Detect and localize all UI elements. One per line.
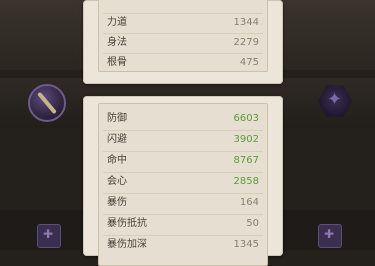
stat-row: 暴伤 164 [107,194,259,212]
stat-row: 会心 2858 [107,173,259,191]
stat-label: 暴伤加深 [107,239,147,250]
stat-value: 50 [246,218,259,229]
stat-row: 防御 6603 [107,110,259,128]
bottom-left-slot-icon[interactable] [37,224,61,248]
attribute-list-bottom: 防御 6603 闪避 3902 命中 8767 会心 2858 暴伤 164 暴… [98,103,268,266]
stat-value: 6603 [233,113,259,124]
stat-row: 根骨 475 [107,54,259,72]
stat-label: 暴伤 [107,197,127,208]
bottom-right-slot-icon[interactable] [318,224,342,248]
attribute-panel-bottom: 防御 6603 闪避 3902 命中 8767 会心 2858 暴伤 164 暴… [83,96,283,266]
stat-value: 2279 [233,37,259,48]
stat-label: 闪避 [107,134,127,145]
stat-value: 1344 [233,17,259,28]
stat-value: 3902 [233,134,259,145]
stat-row: 命中 8767 [107,152,259,170]
stat-value: 8767 [233,155,259,166]
stat-row: 暴伤加深 1345 [107,236,259,254]
stat-label: 会心 [107,176,127,187]
stat-label: 暴伤抵抗 [107,218,147,229]
stat-value: 1345 [233,239,259,250]
stat-label: 防御 [107,113,127,124]
stat-label: 命中 [107,155,127,166]
stat-row: 身法 2279 [107,34,259,52]
attribute-list-top: 力道 1344 身法 2279 根骨 475 [98,0,268,72]
stat-row: 暴伤抵抗 50 [107,215,259,233]
stat-value: 2858 [233,176,259,187]
sword-skill-icon[interactable] [28,84,66,122]
stat-label: 力道 [107,17,127,28]
stat-row: 力道 1344 [107,14,259,32]
stat-row [107,0,259,12]
stat-label: 根骨 [107,57,127,68]
stat-value: 164 [239,197,259,208]
stat-row: 闪避 3902 [107,131,259,149]
attribute-panel-top: 力道 1344 身法 2279 根骨 475 [83,0,283,84]
stat-label: 身法 [107,37,127,48]
stat-value: 475 [239,57,259,68]
